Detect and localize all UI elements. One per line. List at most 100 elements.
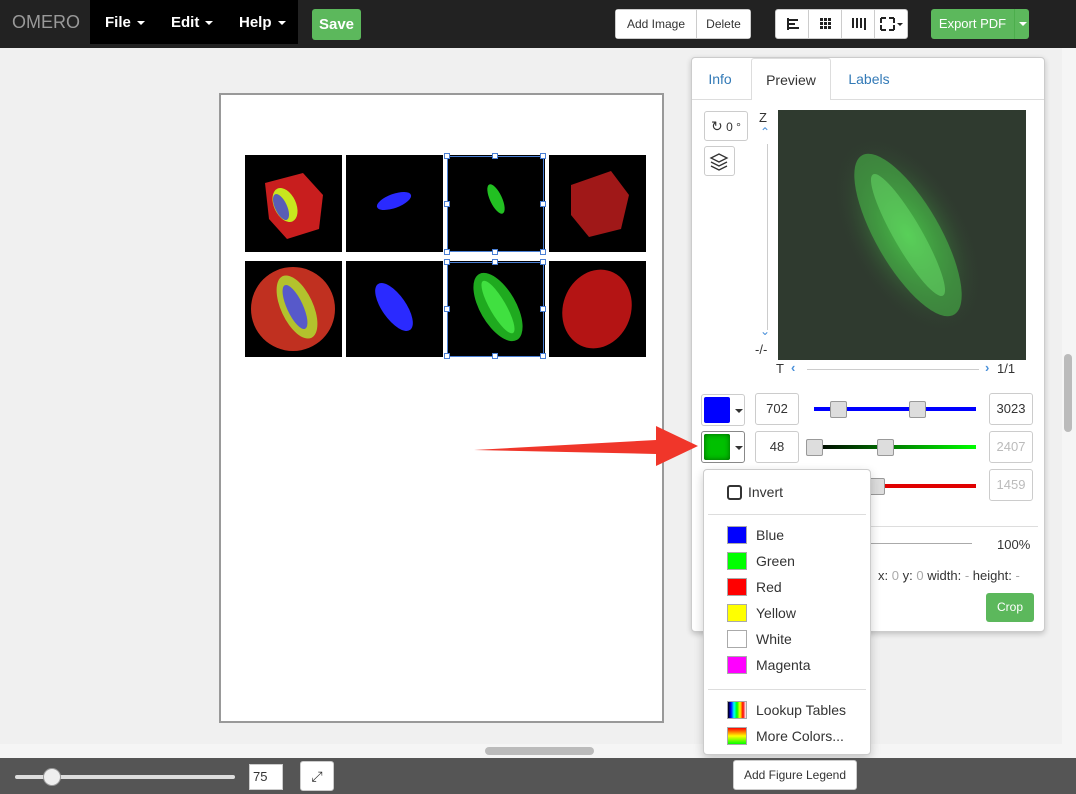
chevron-down-icon <box>277 21 286 26</box>
chevron-down-icon <box>1019 22 1027 26</box>
crop-y-value: 0 <box>916 568 924 583</box>
t-prev-icon[interactable]: ‹ <box>791 360 795 375</box>
save-button[interactable]: Save <box>312 9 361 40</box>
checkbox-icon[interactable] <box>727 485 742 500</box>
resize-handle[interactable] <box>540 306 546 312</box>
z-down-icon[interactable]: ⌄ <box>760 324 770 338</box>
image-panel[interactable] <box>549 261 646 357</box>
channel-end-input[interactable]: 3023 <box>989 393 1033 425</box>
export-pdf-button[interactable]: Export PDF <box>931 9 1014 39</box>
help-menu[interactable]: Help <box>239 14 286 31</box>
color-option-red[interactable]: Red <box>704 575 870 601</box>
resize-handle[interactable] <box>540 153 546 159</box>
zoom-slider[interactable] <box>862 543 972 544</box>
channel-color-button-active[interactable] <box>701 431 745 463</box>
crop-button[interactable]: Crop <box>986 593 1034 622</box>
z-up-icon[interactable]: ⌃ <box>760 125 770 139</box>
horizontal-scrollbar-track[interactable] <box>0 744 1062 758</box>
color-option-yellow[interactable]: Yellow <box>704 601 870 627</box>
vertical-scrollbar-track[interactable] <box>1062 48 1076 758</box>
edit-menu[interactable]: Edit <box>171 14 214 31</box>
zoom-percent: 100% <box>997 537 1031 552</box>
distribute-button[interactable] <box>842 10 875 38</box>
t-next-icon[interactable]: › <box>985 360 989 375</box>
resize-handle[interactable] <box>540 249 546 255</box>
resize-handle[interactable] <box>444 153 450 159</box>
channel-range-slider[interactable] <box>814 445 976 449</box>
grid-layout-button[interactable] <box>809 10 842 38</box>
resize-handle[interactable] <box>492 153 498 159</box>
figure-page[interactable] <box>219 93 664 723</box>
fit-page-button[interactable]: ⤢ <box>300 761 334 791</box>
chevron-down-icon <box>735 409 743 413</box>
resize-handle[interactable] <box>444 201 450 207</box>
resize-handle[interactable] <box>540 201 546 207</box>
add-image-button[interactable]: Add Image <box>616 10 697 38</box>
slider-end-handle[interactable] <box>909 401 926 418</box>
t-slider-track[interactable] <box>807 369 979 370</box>
channel-start-input[interactable]: 48 <box>755 431 799 463</box>
edit-menu-label: Edit <box>171 14 200 31</box>
invert-option[interactable]: Invert <box>704 479 870 505</box>
resize-handle[interactable] <box>444 249 450 255</box>
chevron-down-icon <box>205 21 214 26</box>
color-swatch <box>727 526 747 544</box>
resize-handle[interactable] <box>492 353 498 359</box>
image-panel[interactable] <box>245 261 342 357</box>
main-menu: File Edit Help <box>90 0 298 44</box>
color-option-white[interactable]: White <box>704 627 870 653</box>
channel-end-input[interactable]: 1459 <box>989 469 1033 501</box>
page-zoom-input[interactable]: 75 <box>249 764 283 790</box>
color-option-blue[interactable]: Blue <box>704 523 870 549</box>
slider-end-handle[interactable] <box>877 439 894 456</box>
channel-end-input[interactable]: 2407 <box>989 431 1033 463</box>
color-option-green[interactable]: Green <box>704 549 870 575</box>
align-left-icon <box>787 18 799 30</box>
tab-preview[interactable]: Preview <box>751 58 831 100</box>
layers-button[interactable] <box>704 146 735 176</box>
cell-red-image <box>562 269 632 349</box>
image-panel[interactable] <box>346 261 443 357</box>
color-swatch <box>727 578 747 596</box>
t-label: T <box>776 361 784 376</box>
z-slider-track[interactable] <box>767 144 768 330</box>
resize-handle[interactable] <box>444 259 450 265</box>
page-zoom-handle[interactable] <box>43 768 61 786</box>
channel-color-button[interactable] <box>701 394 745 426</box>
image-preview[interactable] <box>778 110 1026 360</box>
tab-labels[interactable]: Labels <box>837 58 901 100</box>
delete-button[interactable]: Delete <box>697 10 750 38</box>
resize-handle[interactable] <box>492 249 498 255</box>
resize-handle[interactable] <box>444 306 450 312</box>
crop-height-label: height: <box>972 568 1012 583</box>
resize-handle[interactable] <box>492 259 498 265</box>
layers-icon <box>709 153 729 171</box>
color-wheel-icon <box>727 727 747 745</box>
image-panel[interactable] <box>549 155 646 252</box>
lookup-tables-option[interactable]: Lookup Tables <box>704 698 870 724</box>
more-colors-option[interactable]: More Colors... <box>704 724 870 750</box>
slider-start-handle[interactable] <box>806 439 823 456</box>
channel-color-menu: Invert Blue Green Red Yellow White Magen… <box>703 469 871 755</box>
resize-handle[interactable] <box>444 353 450 359</box>
image-panel[interactable] <box>245 155 342 252</box>
distribute-icon <box>852 18 866 30</box>
color-option-magenta[interactable]: Magenta <box>704 653 870 679</box>
resize-handle[interactable] <box>540 353 546 359</box>
tab-info[interactable]: Info <box>696 58 744 100</box>
rotate-button[interactable]: ↻ 0 ° <box>704 111 748 141</box>
channel-start-input[interactable]: 702 <box>755 393 799 425</box>
resize-handle[interactable] <box>540 259 546 265</box>
fullscreen-dropdown-button[interactable] <box>875 10 907 38</box>
image-panel[interactable] <box>346 155 443 252</box>
export-pdf-dropdown[interactable] <box>1014 9 1029 39</box>
add-figure-legend-button[interactable]: Add Figure Legend <box>733 760 857 790</box>
align-left-button[interactable] <box>776 10 809 38</box>
z-label: Z <box>759 110 767 125</box>
horizontal-scrollbar-thumb[interactable] <box>485 747 594 755</box>
slider-start-handle[interactable] <box>830 401 847 418</box>
file-menu[interactable]: File <box>105 14 145 31</box>
rotation-value: 0 ° <box>726 120 741 134</box>
vertical-scrollbar-thumb[interactable] <box>1064 354 1072 432</box>
color-swatch <box>727 630 747 648</box>
